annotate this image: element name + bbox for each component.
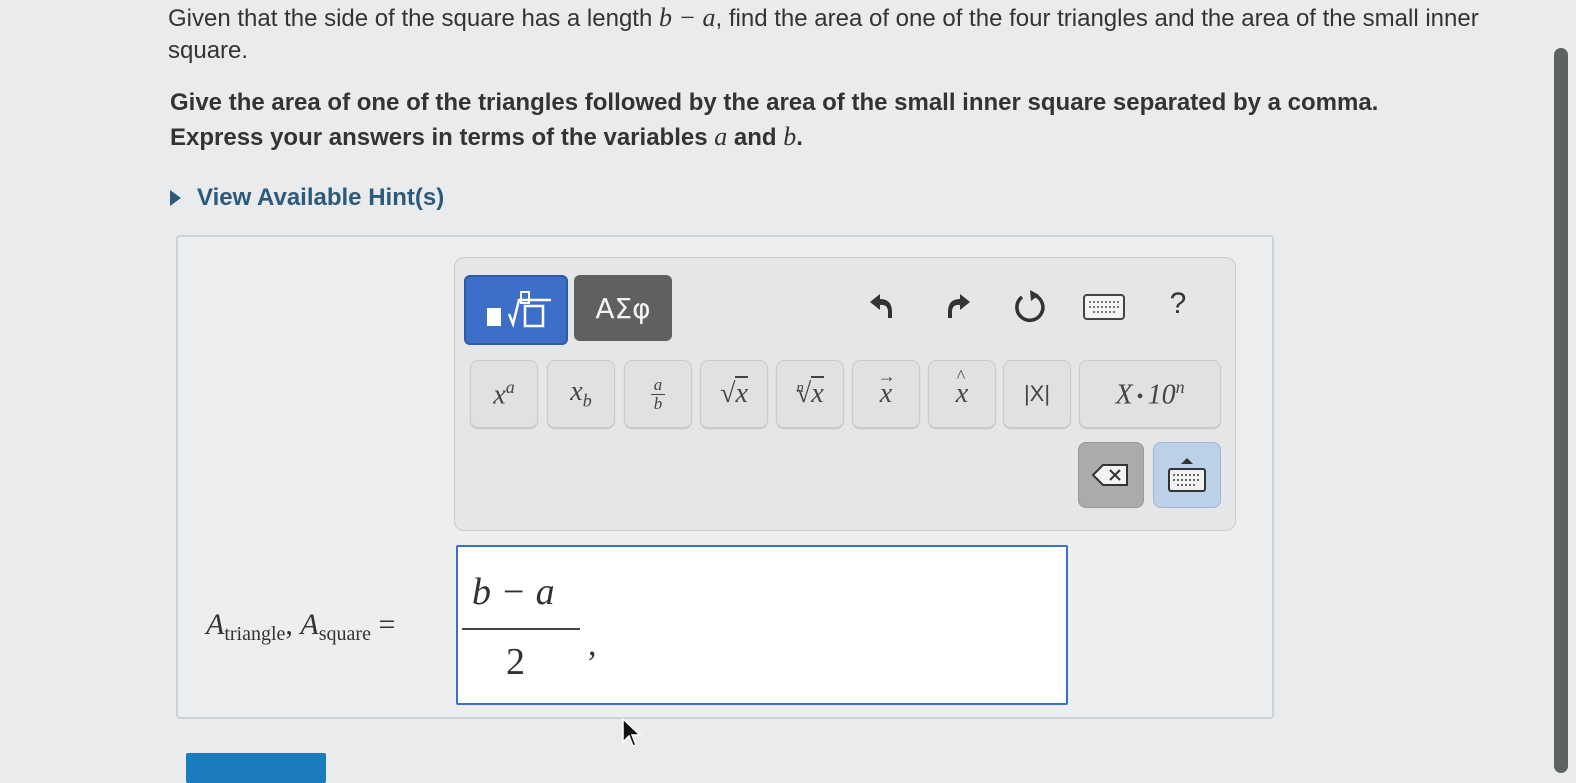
- label-sub-square: square: [318, 623, 371, 645]
- scientific-notation-key[interactable]: X • 10n: [1079, 360, 1221, 428]
- submit-button[interactable]: [186, 753, 326, 783]
- mouse-cursor-icon: [622, 717, 642, 753]
- sci-key-dot: •: [1136, 386, 1144, 409]
- question-text: Given that the side of the square has a …: [168, 2, 1508, 67]
- power-key-exp: a: [505, 376, 515, 397]
- instructions-line2-prefix: Express your answers in terms of the var…: [170, 124, 715, 151]
- absolute-value-key[interactable]: |X|: [1003, 360, 1071, 428]
- sqrt-key-arg: x: [735, 376, 748, 409]
- unit-vector-key[interactable]: ^ x: [928, 360, 996, 428]
- subscript-key-base: x: [570, 376, 583, 408]
- label-A-triangle: A: [206, 608, 225, 641]
- label-sub-triangle: triangle: [224, 623, 286, 645]
- label-equals: =: [370, 608, 396, 641]
- answer-fraction-numerator: b − a: [472, 571, 555, 613]
- answer-fraction-bar: [462, 628, 580, 630]
- instructions-line1: Give the area of one of the triangles fo…: [170, 89, 1379, 116]
- vector-arrow-icon: →: [877, 366, 896, 386]
- answer-fraction-denominator: 2: [506, 641, 525, 683]
- label-separator: ,: [285, 608, 301, 641]
- var-b: b: [783, 122, 797, 151]
- fraction-key[interactable]: a b: [624, 360, 692, 428]
- instructions-period: .: [796, 124, 803, 151]
- side-expression: b − a: [659, 3, 716, 32]
- delete-button[interactable]: [1078, 442, 1144, 508]
- backspace-icon: [1091, 464, 1128, 486]
- undo-icon[interactable]: [860, 286, 900, 326]
- fraction-key-den: b: [653, 393, 663, 413]
- nth-root-key[interactable]: n√x: [776, 360, 844, 428]
- sqrt-key[interactable]: √x: [700, 360, 768, 428]
- label-A-square: A: [300, 608, 319, 641]
- reset-icon[interactable]: [1008, 284, 1052, 328]
- subscript-key[interactable]: xb: [547, 360, 615, 428]
- instructions: Give the area of one of the triangles fo…: [170, 86, 1530, 155]
- instructions-and: and: [727, 124, 784, 151]
- templates-button[interactable]: [464, 275, 568, 345]
- subscript-key-sub: b: [582, 390, 592, 411]
- keyboard-toggle-button[interactable]: [1153, 442, 1221, 508]
- sqrt-icon: √: [720, 378, 736, 409]
- scrollbar[interactable]: [1554, 48, 1568, 773]
- power-key-base: x: [493, 379, 506, 411]
- redo-icon[interactable]: [940, 286, 980, 326]
- view-hints-label: View Available Hint(s): [197, 184, 445, 211]
- nth-root-icon: √: [795, 378, 812, 409]
- help-button[interactable]: ?: [1160, 284, 1196, 324]
- nth-root-key-arg: x: [811, 376, 824, 409]
- templates-icon: [487, 291, 551, 329]
- expand-triangle-icon: [170, 190, 181, 206]
- fraction-key-num: a: [653, 374, 663, 394]
- hat-icon: ^: [956, 366, 966, 386]
- answer-input[interactable]: [456, 545, 1068, 705]
- answer-label: Atriangle, Asquare =: [206, 608, 395, 646]
- keyboard-icon: [1168, 458, 1206, 492]
- question-part1: Given that the side of the square has a …: [168, 5, 659, 32]
- var-a: a: [714, 122, 728, 151]
- sci-key-ten: 10: [1147, 379, 1176, 411]
- instructions-line2: Express your answers in terms of the var…: [170, 120, 1530, 155]
- view-hints-toggle[interactable]: View Available Hint(s): [170, 184, 444, 212]
- sci-key-n: n: [1175, 376, 1185, 397]
- answer-comma: ,: [588, 626, 597, 663]
- sci-key-x: X: [1115, 379, 1133, 411]
- keyboard-shortcuts-icon[interactable]: [1082, 292, 1126, 322]
- greek-symbols-button[interactable]: ΑΣφ: [574, 275, 672, 341]
- power-key[interactable]: xa: [470, 360, 538, 428]
- vector-key[interactable]: → x: [852, 360, 920, 428]
